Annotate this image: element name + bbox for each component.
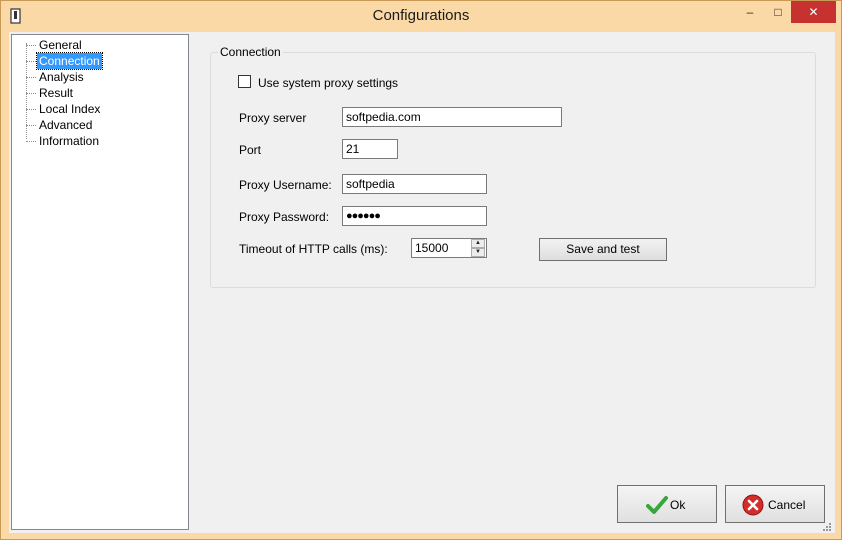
- proxy-password-label: Proxy Password:: [239, 210, 330, 224]
- spin-down-icon[interactable]: ▼: [471, 248, 485, 257]
- close-button[interactable]: ✕: [791, 1, 836, 23]
- tree-item-label: General: [39, 38, 82, 52]
- tree-item-label: Analysis: [39, 70, 84, 84]
- ok-button[interactable]: Ok: [617, 485, 717, 523]
- spin-up-icon[interactable]: ▲: [471, 239, 485, 248]
- minimize-button[interactable]: –: [737, 1, 763, 23]
- cancel-icon: [742, 494, 764, 516]
- tree-branch-line: [26, 45, 36, 46]
- tree-item-connection[interactable]: Connection: [12, 52, 182, 70]
- proxy-server-label: Proxy server: [239, 111, 307, 125]
- tree-item-general[interactable]: General: [12, 37, 182, 53]
- save-and-test-button[interactable]: Save and test: [539, 238, 667, 261]
- timeout-value: 15000: [415, 241, 449, 255]
- tree-branch-line: [26, 109, 36, 110]
- dialog-client-area: General Connection Analysis Result Local…: [9, 32, 835, 533]
- cancel-label: Cancel: [768, 498, 806, 512]
- tree-item-label: Advanced: [39, 118, 93, 132]
- tree-item-label: Result: [39, 86, 74, 100]
- settings-tree[interactable]: General Connection Analysis Result Local…: [11, 34, 189, 530]
- tree-item-label: Local Index: [39, 102, 101, 116]
- tree-item-label: Information: [39, 134, 100, 148]
- tree-branch-line: [26, 61, 36, 62]
- port-input[interactable]: 21: [342, 139, 398, 159]
- proxy-username-label: Proxy Username:: [239, 178, 332, 192]
- tree-item-result[interactable]: Result: [12, 85, 182, 101]
- proxy-password-input[interactable]: ●●●●●●: [342, 206, 487, 226]
- timeout-label: Timeout of HTTP calls (ms):: [239, 242, 388, 256]
- use-system-proxy-checkbox[interactable]: [238, 75, 251, 88]
- groupbox-legend: Connection: [218, 45, 283, 59]
- ok-label: Ok: [670, 498, 686, 512]
- title-bar[interactable]: Configurations – □ ✕: [1, 1, 841, 32]
- configurations-window: Configurations – □ ✕ General Connection …: [0, 0, 842, 540]
- tree-item-advanced[interactable]: Advanced: [12, 117, 182, 133]
- checkmark-icon: [646, 496, 668, 514]
- use-system-proxy-label[interactable]: Use system proxy settings: [258, 76, 398, 90]
- tree-branch-line: [26, 125, 36, 126]
- proxy-server-input[interactable]: softpedia.com: [342, 107, 562, 127]
- maximize-button[interactable]: □: [765, 1, 791, 23]
- resize-grip-icon[interactable]: [823, 523, 831, 531]
- tree-branch-line: [26, 77, 36, 78]
- cancel-button[interactable]: Cancel: [725, 485, 825, 523]
- timeout-spinner[interactable]: ▲ ▼: [471, 239, 485, 257]
- tree-item-label: Connection: [36, 52, 103, 70]
- tree-item-analysis[interactable]: Analysis: [12, 69, 182, 85]
- tree-item-local-index[interactable]: Local Index: [12, 101, 182, 117]
- proxy-username-input[interactable]: softpedia: [342, 174, 487, 194]
- window-title: Configurations: [372, 7, 470, 24]
- tree-branch-line: [26, 93, 36, 94]
- tree-branch-line: [26, 141, 36, 142]
- port-label: Port: [239, 143, 262, 157]
- tree-item-information[interactable]: Information: [12, 133, 182, 149]
